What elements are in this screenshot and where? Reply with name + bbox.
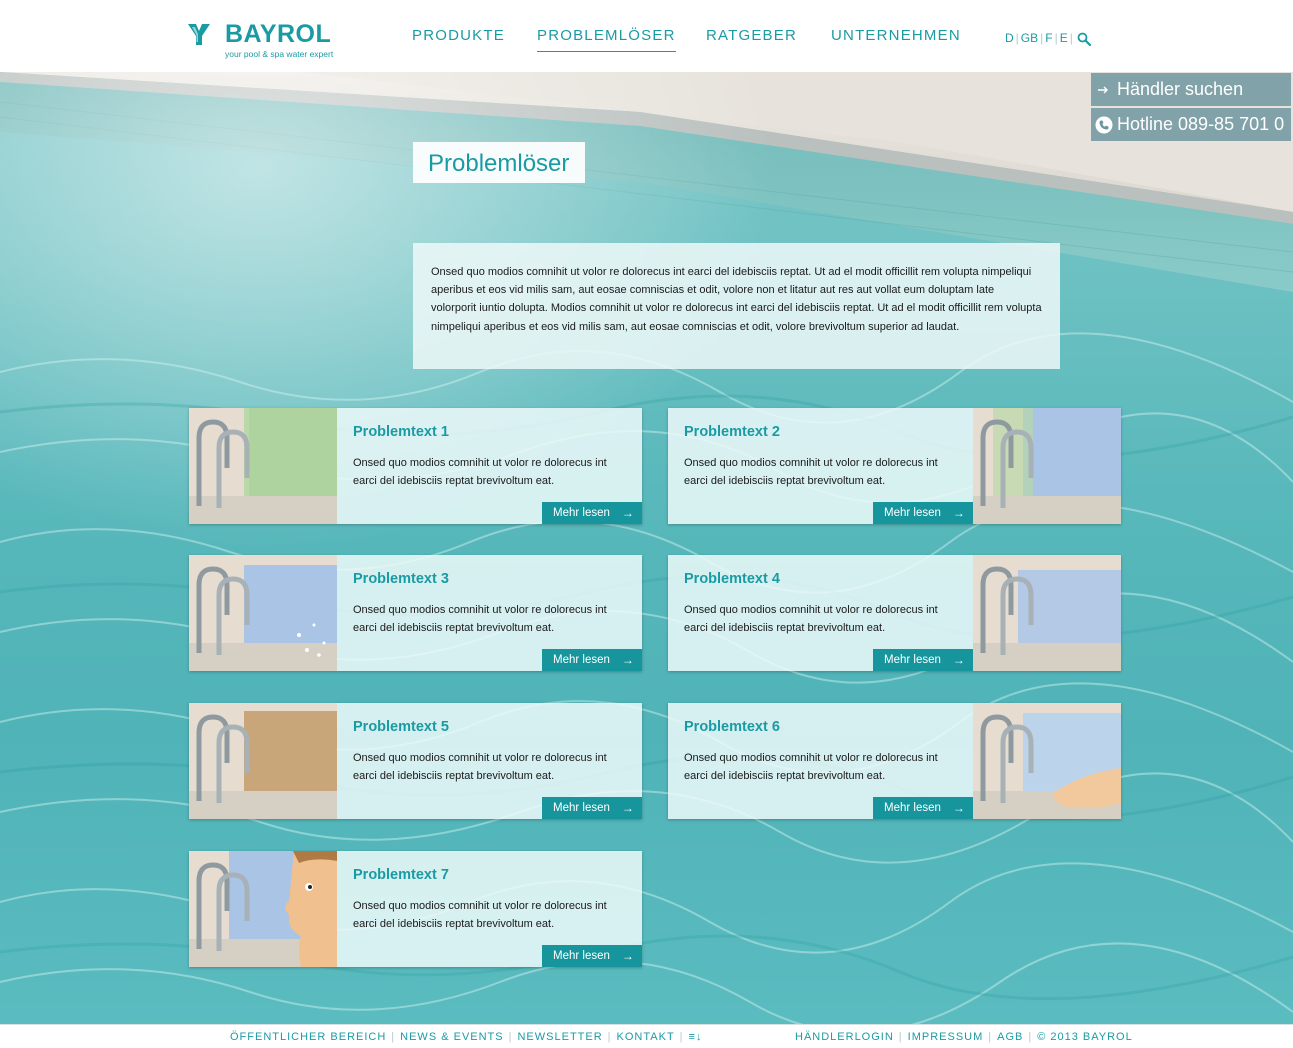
arrow-right-icon: → (952, 801, 965, 815)
read-more-label: Mehr lesen (553, 507, 610, 519)
phone-icon (1091, 116, 1117, 134)
lang-gb[interactable]: GB (1021, 31, 1038, 45)
card-text: Onsed quo modios comnihit ut volor re do… (684, 457, 938, 487)
card-text: Onsed quo modios comnihit ut volor re do… (684, 604, 938, 634)
read-more-button[interactable]: Mehr lesen → (873, 502, 973, 524)
dealer-search-button[interactable]: Händler suchen (1091, 73, 1291, 106)
problem-card-7: Problemtext 7 Onsed quo modios comnihit … (189, 851, 642, 967)
problem-card-6: Problemtext 6 Onsed quo modios comnihit … (668, 703, 1121, 819)
arrow-right-icon: → (952, 653, 965, 667)
bayrol-logo-icon (188, 24, 210, 45)
hotline-button[interactable]: Hotline 089-85 701 0 (1091, 108, 1291, 141)
nav-problemloser[interactable]: PROBLEMLÖSER (537, 27, 676, 52)
card-title: Problemtext 3 (353, 571, 449, 587)
pool-ladder-image (189, 555, 337, 671)
card-text: Onsed quo modios comnihit ut volor re do… (353, 604, 607, 634)
card-title: Problemtext 1 (353, 424, 449, 440)
card-title: Problemtext 7 (353, 867, 449, 883)
card-title: Problemtext 5 (353, 719, 449, 735)
arrow-right-icon: → (621, 949, 634, 963)
read-more-button[interactable]: Mehr lesen → (542, 945, 642, 967)
search-icon[interactable] (1077, 32, 1091, 46)
footer-link-imprint[interactable]: IMPRESSUM (908, 1031, 984, 1043)
card-body: Problemtext 5 Onsed quo modios comnihit … (337, 703, 642, 819)
read-more-button[interactable]: Mehr lesen → (873, 649, 973, 671)
language-switcher: D | GB | F | E | (1005, 31, 1073, 45)
card-text: Onsed quo modios comnihit ut volor re do… (353, 752, 607, 782)
footer-right-links: HÄNDLERLOGIN | IMPRESSUM | AGB | © 2013 BAYROL (795, 1031, 1133, 1043)
hotline-label: Hotline 089-85 701 0 (1117, 114, 1285, 134)
footer-link-public-area[interactable]: ÖFFENTLICHER BEREICH (230, 1031, 386, 1043)
pool-ladder-image (189, 408, 337, 524)
read-more-button[interactable]: Mehr lesen → (873, 797, 973, 819)
read-more-button[interactable]: Mehr lesen → (542, 502, 642, 524)
card-body: Problemtext 6 Onsed quo modios comnihit … (668, 703, 973, 819)
footer-link-contact[interactable]: KONTAKT (617, 1031, 675, 1043)
arrow-right-icon (1091, 85, 1117, 95)
problem-card-5: Problemtext 5 Onsed quo modios comnihit … (189, 703, 642, 819)
card-text: Onsed quo modios comnihit ut volor re do… (353, 457, 607, 487)
read-more-label: Mehr lesen (553, 802, 610, 814)
problem-card-4: Problemtext 4 Onsed quo modios comnihit … (668, 555, 1121, 671)
intro-text: Onsed quo modios comnihit ut volor re do… (413, 243, 1060, 369)
card-body: Problemtext 7 Onsed quo modios comnihit … (337, 851, 642, 967)
pool-ladder-foot-image (973, 703, 1121, 819)
brand-tagline: your pool & spa water expert (225, 49, 334, 59)
pool-ladder-face-image (189, 851, 337, 967)
pool-ladder-image (973, 555, 1121, 671)
nav-produkte[interactable]: PRODUKTE (412, 27, 505, 44)
pool-ladder-image (189, 703, 337, 819)
arrow-right-icon: → (621, 801, 634, 815)
arrow-right-icon: → (952, 506, 965, 520)
site-footer: ÖFFENTLICHER BEREICH | NEWS & EVENTS | NEWSL… (0, 1024, 1293, 1048)
arrow-right-icon: → (621, 506, 634, 520)
lang-fr[interactable]: F (1045, 31, 1052, 45)
footer-link-agb[interactable]: AGB (997, 1031, 1023, 1043)
problem-card-3: Problemtext 3 Onsed quo modios comnihit … (189, 555, 642, 671)
read-more-button[interactable]: Mehr lesen → (542, 797, 642, 819)
footer-copyright: © 2013 BAYROL (1037, 1031, 1133, 1043)
problem-card-1: Problemtext 1 Onsed quo modios comnihit … (189, 408, 642, 524)
read-more-label: Mehr lesen (884, 654, 941, 666)
read-more-label: Mehr lesen (884, 802, 941, 814)
lang-de[interactable]: D (1005, 31, 1014, 45)
pool-ladder-image (973, 408, 1121, 524)
nav-unternehmen[interactable]: UNTERNEHMEN (831, 27, 961, 44)
read-more-button[interactable]: Mehr lesen → (542, 649, 642, 671)
read-more-label: Mehr lesen (553, 950, 610, 962)
card-body: Problemtext 2 Onsed quo modios comnihit … (668, 408, 973, 524)
dealer-search-label: Händler suchen (1117, 79, 1244, 99)
bayrol-logo[interactable]: BAYROL your pool & spa water expert (187, 20, 357, 60)
problem-card-2: Problemtext 2 Onsed quo modios comnihit … (668, 408, 1121, 524)
menu-download-icon[interactable]: ≡↓ (689, 1031, 703, 1043)
card-title: Problemtext 6 (684, 719, 780, 735)
card-text: Onsed quo modios comnihit ut volor re do… (684, 752, 938, 782)
site-header: BAYROL your pool & spa water expert PROD… (0, 0, 1293, 72)
read-more-label: Mehr lesen (884, 507, 941, 519)
lang-es[interactable]: E (1060, 31, 1068, 45)
footer-link-news-events[interactable]: NEWS & EVENTS (400, 1031, 503, 1043)
card-text: Onsed quo modios comnihit ut volor re do… (353, 900, 607, 930)
brand-name: BAYROL (225, 20, 332, 48)
card-body: Problemtext 4 Onsed quo modios comnihit … (668, 555, 973, 671)
nav-ratgeber[interactable]: RATGEBER (706, 27, 797, 44)
card-title: Problemtext 2 (684, 424, 780, 440)
footer-link-newsletter[interactable]: NEWSLETTER (517, 1031, 602, 1043)
page-title: Problemlöser (413, 142, 585, 183)
card-body: Problemtext 3 Onsed quo modios comnihit … (337, 555, 642, 671)
arrow-right-icon: → (621, 653, 634, 667)
footer-link-dealer-login[interactable]: HÄNDLERLOGIN (795, 1031, 894, 1043)
read-more-label: Mehr lesen (553, 654, 610, 666)
footer-left-links: ÖFFENTLICHER BEREICH | NEWS & EVENTS | NEWSL… (230, 1031, 703, 1043)
card-body: Problemtext 1 Onsed quo modios comnihit … (337, 408, 642, 524)
card-title: Problemtext 4 (684, 571, 780, 587)
